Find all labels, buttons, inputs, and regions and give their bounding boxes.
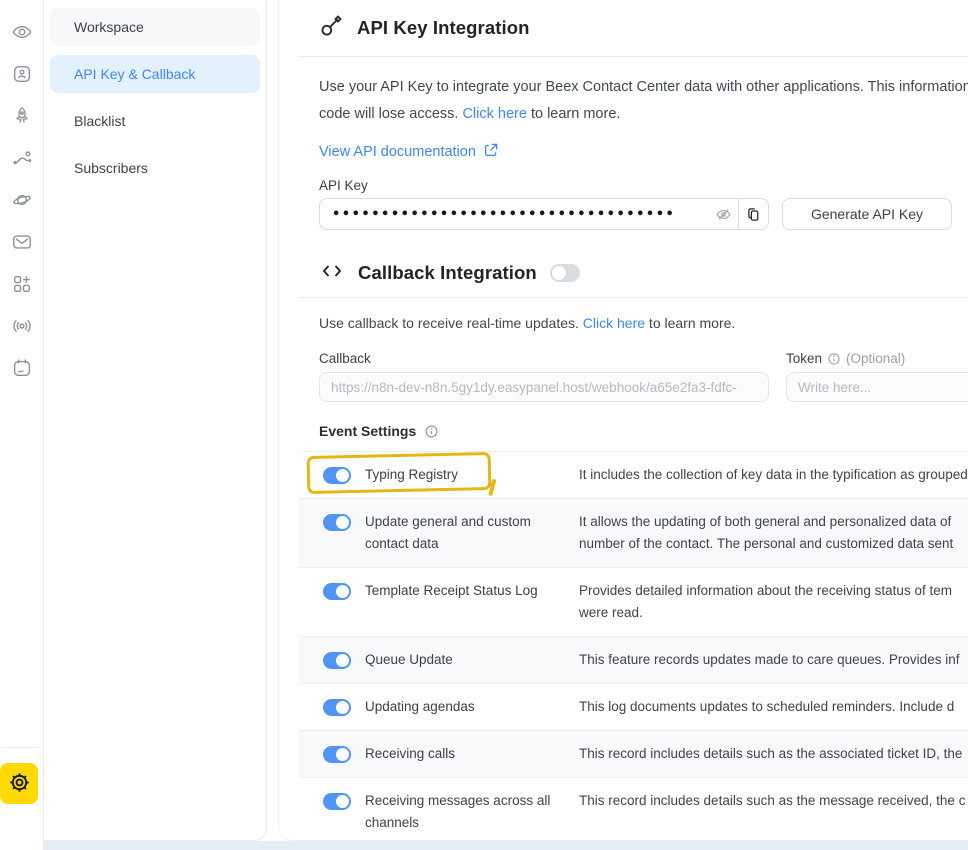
callback-label: Callback [319,351,371,366]
api-key-description: Use your API Key to integrate your Beex … [319,74,968,128]
token-label: Token [786,351,822,366]
contact-card-icon[interactable] [11,63,33,85]
sidebar-item-subscribers[interactable]: Subscribers [50,149,260,187]
main-panel: API Key Integration Use your API Key to … [278,0,968,841]
view-api-documentation-link[interactable]: View API documentation [319,142,499,162]
key-icon [319,13,344,43]
page-background [44,841,968,850]
sidebar-item-workspace[interactable]: Workspace [50,8,260,46]
token-field: Token (Optional) [786,351,968,402]
sidebar-item-blacklist[interactable]: Blacklist [50,102,260,140]
api-key-label: API Key [319,178,968,193]
event-label: Template Receipt Status Log [365,580,555,602]
event-description: It includes the collection of key data i… [579,464,968,486]
generate-api-key-button[interactable]: Generate API Key [782,198,952,230]
mail-icon[interactable] [11,231,33,253]
event-row: Typing Registry It includes the collectio… [299,451,968,498]
event-description: This feature records updates made to car… [579,649,959,671]
rocket-icon[interactable] [11,105,33,127]
eye-icon[interactable] [11,21,33,43]
event-label: Queue Update [365,649,555,671]
event-row: Receiving calls This record includes deta… [299,730,968,777]
event-toggle[interactable] [323,746,351,763]
event-toggle[interactable] [323,652,351,669]
gear-icon [8,771,31,797]
event-row: Receiving messages across all channels Th… [299,777,968,841]
event-description: It allows the updating of both general a… [579,511,953,555]
external-link-icon [483,142,499,162]
flow-icon[interactable] [11,147,33,169]
event-toggle[interactable] [323,583,351,600]
api-key-input[interactable] [320,199,708,229]
event-row: Updating agendas This log documents updat… [299,683,968,730]
api-key-section-header: API Key Integration [319,13,968,43]
app-window: Workspace API Key & Callback Blacklist S… [0,0,968,850]
broadcast-icon[interactable] [11,315,33,337]
callback-integration-toggle[interactable] [550,264,580,282]
callback-section-title: Callback Integration [358,262,537,284]
settings-gear-button[interactable] [0,763,38,804]
event-description: Provides detailed information about the … [579,580,952,624]
event-description: This record includes details such as the… [579,790,965,812]
event-settings-table: Typing Registry It includes the collectio… [299,451,968,841]
token-optional-label: (Optional) [846,351,905,366]
divider [299,297,968,298]
event-label: Receiving messages across all channels [365,790,555,834]
click-here-link[interactable]: Click here [462,106,526,122]
eye-off-icon[interactable] [708,199,738,229]
apps-add-icon[interactable] [11,273,33,295]
icon-rail [0,0,44,850]
event-row: Template Receipt Status Log Provides deta… [299,567,968,636]
event-row: Queue Update This feature records updates… [299,636,968,683]
calendar-icon[interactable] [11,357,33,379]
planet-icon[interactable] [11,189,33,211]
info-icon [827,352,841,366]
callback-description: Use callback to receive real-time update… [319,315,968,331]
copy-icon[interactable] [738,199,768,229]
info-icon [424,424,439,439]
token-input[interactable] [786,372,968,402]
event-toggle[interactable] [323,514,351,531]
callback-url-input[interactable] [319,372,769,402]
rail-divider [2,747,38,748]
callback-section-header: Callback Integration [319,258,968,288]
sidebar-item-api-key-callback[interactable]: API Key & Callback [50,55,260,93]
click-here-link[interactable]: Click here [583,315,645,331]
api-key-field-group [319,198,769,230]
page-title: API Key Integration [357,17,530,39]
callback-field: Callback [319,351,769,402]
settings-sidebar: Workspace API Key & Callback Blacklist S… [44,0,267,841]
event-label: Updating agendas [365,696,555,718]
event-toggle[interactable] [323,467,351,484]
divider [299,56,968,57]
event-label: Receiving calls [365,743,555,765]
event-toggle[interactable] [323,699,351,716]
event-row: Update general and custom contact data It… [299,498,968,567]
event-settings-header: Event Settings [319,423,968,439]
code-icon [319,259,345,288]
event-label: Typing Registry [365,464,555,486]
event-settings-label: Event Settings [319,423,416,439]
event-label: Update general and custom contact data [365,511,555,555]
event-description: This record includes details such as the… [579,743,962,765]
event-description: This log documents updates to scheduled … [579,696,954,718]
event-toggle[interactable] [323,793,351,810]
